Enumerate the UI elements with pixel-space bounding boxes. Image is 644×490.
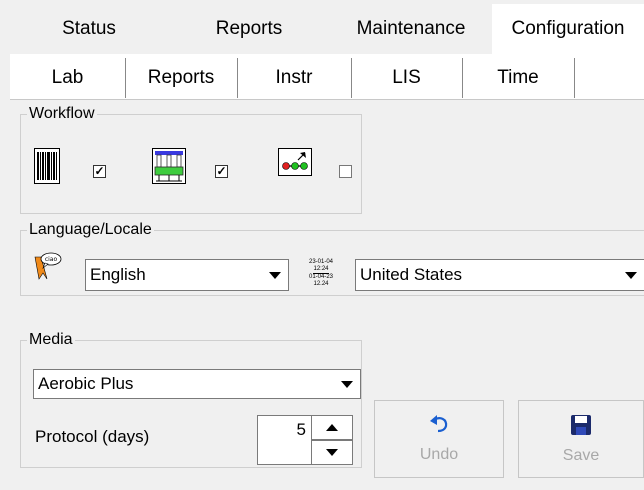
media-group: Media Aerobic Plus Protocol (days) 5	[20, 331, 362, 468]
transfer-icon	[277, 147, 313, 177]
workflow-rack-checkbox[interactable]: ✓	[215, 165, 228, 178]
svg-text:ciao: ciao	[45, 256, 58, 263]
tab-status[interactable]: Status	[10, 4, 169, 54]
media-legend: Media	[27, 331, 75, 349]
language-dropdown-button[interactable]	[264, 262, 286, 288]
tab-reports-label: Reports	[215, 18, 283, 39]
subtab-reports[interactable]: Reports	[125, 58, 238, 98]
language-select-value: English	[90, 265, 146, 284]
workflow-barcode-checkbox[interactable]: ✓	[93, 165, 106, 178]
chevron-down-icon	[269, 271, 281, 279]
workflow-legend: Workflow	[27, 105, 97, 123]
date-format-line-3: 01-04-23	[308, 273, 334, 280]
configuration-panel: Workflow ✓ ✓ Language/Locale ciao Englis…	[10, 100, 644, 484]
workflow-transfer-checkbox[interactable]	[339, 165, 352, 178]
chevron-down-icon	[625, 271, 637, 279]
region-select-value: United States	[360, 265, 463, 284]
undo-button[interactable]: Undo	[374, 400, 504, 478]
subtab-lis-label: LIS	[392, 67, 421, 88]
region-select[interactable]: United States	[355, 259, 644, 291]
language-speech-icon: ciao	[29, 251, 63, 283]
date-format-line-2: 12:24	[313, 265, 329, 274]
region-dropdown-button[interactable]	[620, 262, 642, 288]
save-button[interactable]: Save	[518, 400, 644, 478]
tab-configuration[interactable]: Configuration	[492, 4, 644, 54]
tab-status-label: Status	[62, 18, 116, 39]
top-tab-bar: Status Reports Maintenance Configuration	[0, 0, 644, 54]
subtab-lab[interactable]: Lab	[10, 58, 126, 98]
save-label: Save	[562, 446, 600, 464]
barcode-icon	[33, 147, 61, 185]
protocol-decrement-button[interactable]	[311, 440, 353, 465]
protocol-days-value: 5	[296, 420, 306, 439]
subtab-time[interactable]: Time	[462, 58, 575, 98]
media-select[interactable]: Aerobic Plus	[33, 369, 361, 399]
media-select-value: Aerobic Plus	[38, 374, 134, 393]
workflow-group: Workflow ✓ ✓	[20, 105, 362, 214]
subtab-reports-label: Reports	[147, 67, 215, 88]
chevron-down-icon	[326, 449, 338, 456]
undo-label: Undo	[419, 445, 459, 463]
media-dropdown-button[interactable]	[336, 372, 358, 396]
language-select[interactable]: English	[85, 259, 289, 291]
date-format-icon: 23-01-04 12:24 01-04-23 12.24	[303, 255, 339, 291]
subtab-instr[interactable]: Instr	[237, 58, 352, 98]
subtab-lis[interactable]: LIS	[351, 58, 463, 98]
subtab-instr-label: Instr	[275, 67, 313, 88]
undo-icon	[428, 414, 450, 438]
sub-tab-bar: Lab Reports Instr LIS Time	[10, 54, 644, 100]
rack-icon	[151, 147, 187, 185]
subtab-lab-label: Lab	[51, 67, 84, 88]
chevron-up-icon	[326, 424, 338, 431]
tab-reports[interactable]: Reports	[168, 4, 331, 54]
language-group: Language/Locale ciao English 23-01-04 12…	[20, 221, 644, 296]
subtab-time-label: Time	[497, 67, 539, 88]
tab-maintenance[interactable]: Maintenance	[330, 4, 493, 54]
date-format-line-4: 12.24	[313, 280, 329, 287]
tab-maintenance-label: Maintenance	[356, 18, 466, 39]
save-icon	[570, 414, 592, 441]
language-legend: Language/Locale	[27, 221, 154, 239]
chevron-down-icon	[341, 380, 353, 388]
tab-configuration-label: Configuration	[511, 18, 625, 39]
date-format-line-1: 23-01-04	[308, 258, 334, 265]
protocol-increment-button[interactable]	[311, 415, 353, 440]
protocol-label: Protocol (days)	[35, 427, 150, 446]
